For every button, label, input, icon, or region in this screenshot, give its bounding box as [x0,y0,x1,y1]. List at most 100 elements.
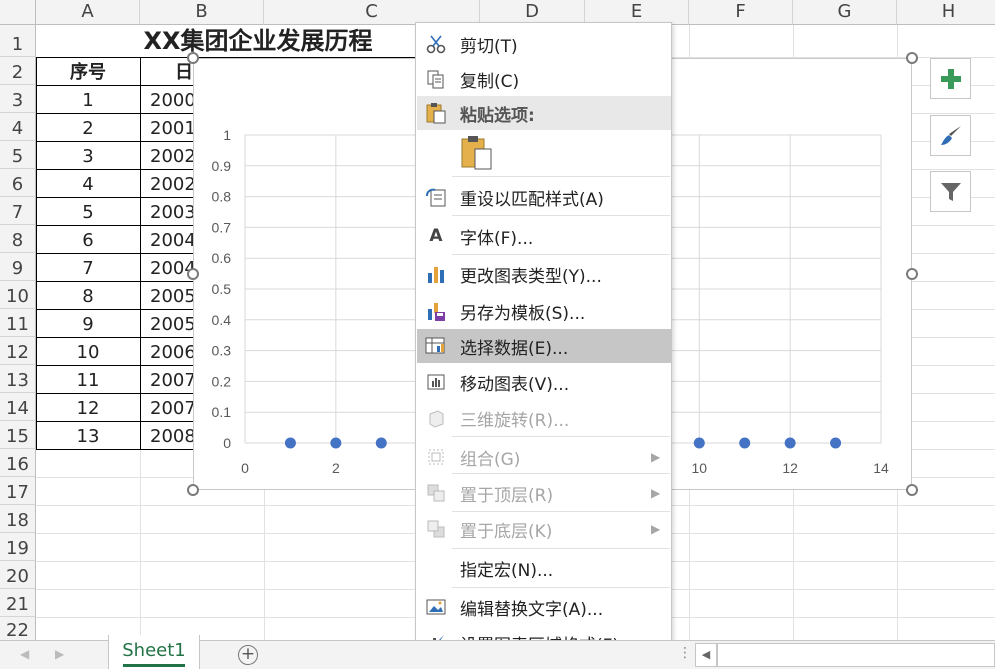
paste-button[interactable] [460,135,494,171]
year-cell[interactable]: 2001 [150,114,193,142]
y-tick-label: 0.8 [212,189,232,205]
resize-handle-bottom-right[interactable] [906,484,918,496]
horizontal-scrollbar[interactable] [717,643,995,667]
menu-item-change-chart-type[interactable]: 更改图表类型(Y)... [417,257,671,291]
menu-item-bring-to-front[interactable]: 置于顶层(R) ▶ [417,476,671,510]
year-cell[interactable]: 2007 [150,394,193,422]
resize-handle-bottom-left[interactable] [187,484,199,496]
scroll-left-icon[interactable]: ◀ [695,643,717,667]
seq-cell[interactable]: 12 [36,394,140,422]
seq-cell[interactable]: 4 [36,170,140,198]
menu-item-cut[interactable]: 剪切(T) [417,27,671,61]
column-header-g[interactable]: G [793,0,897,25]
year-cell[interactable]: 2004 [150,254,193,282]
seq-cell[interactable]: 2 [36,114,140,142]
row-header-2[interactable]: 2 [0,57,36,85]
chart-elements-button[interactable] [930,58,971,99]
column-header-h[interactable]: H [897,0,995,25]
scroll-tabs-right-icon[interactable]: ▶ [55,647,64,661]
seq-cell[interactable]: 11 [36,366,140,394]
row-header-14[interactable]: 14 [0,393,36,421]
row-header-16[interactable]: 16 [0,449,36,477]
year-cell[interactable]: 2000 [150,86,193,114]
header-date[interactable]: 日 [141,58,193,86]
row-header-22[interactable]: 22 [0,617,36,640]
menu-item-move-chart[interactable]: 移动图表(V)... [417,365,671,399]
x-tick-label: 12 [782,460,798,476]
row-header-20[interactable]: 20 [0,561,36,589]
submenu-arrow-icon: ▶ [651,450,661,464]
year-cell[interactable]: 2007 [150,366,193,394]
menu-item-3d-rotation[interactable]: 三维旋转(R)... [417,401,671,435]
resize-handle-right[interactable] [906,268,918,280]
row-header-3[interactable]: 3 [0,85,36,113]
row-header-9[interactable]: 9 [0,253,36,281]
year-cell[interactable]: 2005 [150,310,193,338]
row-header-12[interactable]: 12 [0,337,36,365]
scroll-tabs-left-icon[interactable]: ◀ [20,647,29,661]
x-tick-label: 14 [873,460,889,476]
y-tick-label: 0.9 [212,158,232,174]
row-header-13[interactable]: 13 [0,365,36,393]
plus-icon [940,68,961,89]
menu-item-save-template[interactable]: 另存为模板(S)... [417,294,671,328]
row-header-17[interactable]: 17 [0,477,36,505]
seq-cell[interactable]: 10 [36,338,140,366]
chart-filters-button[interactable] [930,171,971,212]
menu-item-select-data[interactable]: 选择数据(E)... [417,329,671,363]
seq-cell[interactable]: 7 [36,254,140,282]
chart-styles-button[interactable] [930,115,971,156]
sheet-tab-sheet1[interactable]: Sheet1 [108,635,200,669]
row-header-7[interactable]: 7 [0,197,36,225]
row-header-15[interactable]: 15 [0,421,36,449]
row-header-5[interactable]: 5 [0,141,36,169]
row-header-6[interactable]: 6 [0,169,36,197]
column-header-a[interactable]: A [36,0,140,25]
seq-cell[interactable]: 5 [36,198,140,226]
select-all-corner[interactable] [0,0,36,25]
row-header-1[interactable]: 1 [0,25,36,57]
resize-handle-left[interactable] [187,268,199,280]
add-sheet-icon[interactable]: + [238,645,258,665]
year-cell[interactable]: 2002 [150,142,193,170]
data-point [693,437,705,449]
year-cell[interactable]: 2008 [150,422,193,450]
resize-handle-top-right[interactable] [906,52,918,64]
menu-item-send-to-back[interactable]: 置于底层(K) ▶ [417,512,671,546]
copy-icon [425,68,447,90]
splitter-icon[interactable]: ⋮ [678,645,692,661]
row-header-10[interactable]: 10 [0,281,36,309]
row-header-11[interactable]: 11 [0,309,36,337]
menu-item-assign-macro[interactable]: 指定宏(N)... [417,551,671,585]
menu-item-font[interactable]: A 字体(F)... [417,219,671,253]
year-cell[interactable]: 2005 [150,282,193,310]
y-tick-label: 0.2 [212,373,232,389]
scissors-icon [425,33,447,55]
menu-item-edit-alt-text[interactable]: 编辑替换文字(A)... [417,590,671,624]
row-header-21[interactable]: 21 [0,589,36,617]
year-cell[interactable]: 2004 [150,226,193,254]
seq-cell[interactable]: 3 [36,142,140,170]
seq-cell[interactable]: 13 [36,422,140,450]
seq-cell[interactable]: 9 [36,310,140,338]
year-cell[interactable]: 2006 [150,338,193,366]
column-header-b[interactable]: B [140,0,264,25]
menu-item-group[interactable]: 组合(G) ▶ [417,440,671,474]
y-tick-label: 1 [223,127,231,143]
row-header-18[interactable]: 18 [0,505,36,533]
menu-item-copy[interactable]: 复制(C) [417,62,671,96]
row-header-4[interactable]: 4 [0,113,36,141]
row-header-8[interactable]: 8 [0,225,36,253]
row-header-19[interactable]: 19 [0,533,36,561]
active-tab-indicator [123,664,185,667]
menu-item-reset-style[interactable]: 重设以匹配样式(A) [417,180,671,214]
year-cell[interactable]: 2002 [150,170,193,198]
seq-cell[interactable]: 1 [36,86,140,114]
header-seq[interactable]: 序号 [36,58,140,86]
resize-handle-top-left[interactable] [187,52,199,64]
seq-cell[interactable]: 8 [36,282,140,310]
column-header-f[interactable]: F [689,0,793,25]
year-cell[interactable]: 2003 [150,198,193,226]
seq-cell[interactable]: 6 [36,226,140,254]
sheet-title-cell[interactable]: XX集团企业发展历程 [36,25,480,57]
